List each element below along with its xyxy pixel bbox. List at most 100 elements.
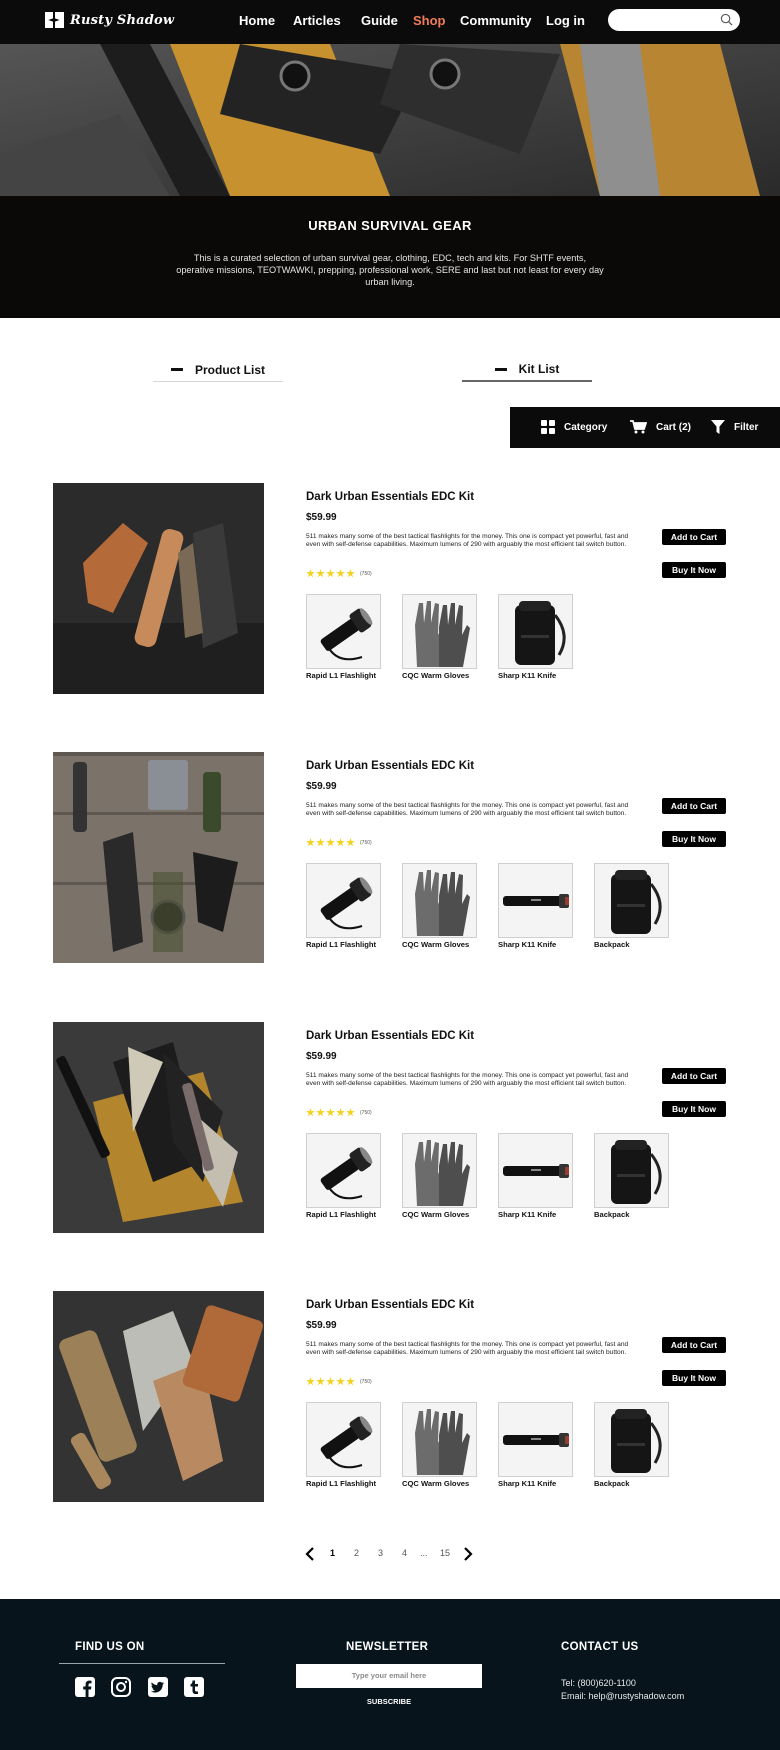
pagination: 1 2 3 4 ... 15: [305, 1545, 475, 1563]
nav-link-home[interactable]: Home: [239, 13, 275, 28]
flashlight-thumbnail: [306, 863, 381, 938]
page-number[interactable]: 4: [402, 1548, 407, 1558]
page-number[interactable]: 2: [354, 1548, 359, 1558]
review-count: (750): [360, 570, 372, 577]
grid-icon: [541, 420, 555, 434]
nav-link-login[interactable]: Log in: [546, 13, 596, 28]
kit-item-label: Sharp K11 Knife: [498, 671, 557, 680]
contact-email[interactable]: Email: help@rustyshadow.com: [561, 1691, 684, 1701]
star-icon: [306, 569, 315, 578]
nav-link-guide[interactable]: Guide: [361, 13, 398, 28]
cart-icon: [630, 420, 647, 434]
star-icon: [306, 1108, 315, 1117]
add-to-cart-button[interactable]: Add to Cart: [662, 1068, 726, 1084]
page-number[interactable]: 3: [378, 1548, 383, 1558]
kit-item-gloves[interactable]: CQC Warm Gloves: [402, 1133, 477, 1219]
category-button[interactable]: Category: [541, 420, 607, 434]
filter-button[interactable]: Filter: [711, 420, 758, 434]
kit-price: $59.99: [306, 1051, 337, 1062]
kit-item-flashlight[interactable]: Rapid L1 Flashlight: [306, 1133, 381, 1219]
buy-now-button[interactable]: Buy It Now: [662, 562, 726, 578]
contact-title: CONTACT US: [561, 1641, 639, 1653]
tab-product-list[interactable]: Product List: [153, 358, 283, 382]
star-icon: [336, 838, 345, 847]
kit-description: 511 makes many some of the best tactical…: [306, 1341, 629, 1357]
kit-photo[interactable]: [53, 483, 264, 694]
kit-item-label: Backpack: [594, 1210, 630, 1219]
kit-item-knife[interactable]: Sharp K11 Knife: [498, 594, 573, 680]
nav-link-articles[interactable]: Articles: [293, 13, 341, 28]
twitter-icon[interactable]: [148, 1677, 168, 1697]
facebook-icon[interactable]: [75, 1677, 95, 1697]
add-to-cart-button[interactable]: Add to Cart: [662, 1337, 726, 1353]
tab-kit-list[interactable]: Kit List: [462, 358, 592, 382]
kit-title[interactable]: Dark Urban Essentials EDC Kit: [306, 1030, 474, 1042]
gloves-thumbnail: [402, 863, 477, 938]
kit-item-flashlight[interactable]: Rapid L1 Flashlight: [306, 594, 381, 680]
kit-item-backpack[interactable]: Backpack: [594, 1402, 669, 1488]
subscribe-button[interactable]: SUBSCRIBE: [296, 1697, 482, 1706]
kit-item-backpack[interactable]: Backpack: [594, 863, 669, 949]
kit-photo-image: [53, 1022, 264, 1233]
tumblr-icon[interactable]: [184, 1677, 204, 1697]
chevron-right-icon[interactable]: [463, 1547, 473, 1561]
page-number[interactable]: 15: [440, 1548, 450, 1558]
kit-item-knife[interactable]: Sharp K11 Knife: [498, 1402, 573, 1488]
kit-item-label: Backpack: [594, 1479, 630, 1488]
kit-item-knife[interactable]: Sharp K11 Knife: [498, 1133, 573, 1219]
kit-item-knife[interactable]: Sharp K11 Knife: [498, 863, 573, 949]
backpack-thumbnail: [594, 1133, 669, 1208]
page-number[interactable]: 1: [330, 1548, 335, 1558]
buy-now-button[interactable]: Buy It Now: [662, 831, 726, 847]
kit-item-label: CQC Warm Gloves: [402, 1479, 470, 1488]
add-to-cart-button[interactable]: Add to Cart: [662, 798, 726, 814]
flashlight-thumbnail: [306, 594, 381, 669]
minus-icon: [170, 368, 183, 371]
flashlight-thumbnail: [306, 1402, 381, 1477]
search-input[interactable]: [608, 9, 740, 31]
nav-link-shop[interactable]: Shop: [413, 13, 446, 28]
star-icon: [306, 838, 315, 847]
instagram-icon[interactable]: [111, 1677, 131, 1697]
funnel-icon: [711, 420, 725, 434]
kit-item-flashlight[interactable]: Rapid L1 Flashlight: [306, 1402, 381, 1488]
star-rating: (750): [306, 838, 372, 847]
kit-title[interactable]: Dark Urban Essentials EDC Kit: [306, 1299, 474, 1311]
kit-item-label: CQC Warm Gloves: [402, 940, 470, 949]
kit-title[interactable]: Dark Urban Essentials EDC Kit: [306, 760, 474, 772]
kit-item-label: Rapid L1 Flashlight: [306, 1210, 377, 1219]
add-to-cart-button[interactable]: Add to Cart: [662, 529, 726, 545]
cart-button[interactable]: Cart (2): [630, 420, 691, 434]
newsletter-email-field[interactable]: Type your email here: [296, 1664, 482, 1688]
gloves-thumbnail: [402, 1133, 477, 1208]
knife-thumbnail: [498, 863, 573, 938]
brand-logo[interactable]: Rusty Shadow: [45, 12, 174, 28]
chevron-left-icon[interactable]: [305, 1547, 315, 1561]
kit-item-label: CQC Warm Gloves: [402, 671, 470, 680]
kit-item-gloves[interactable]: CQC Warm Gloves: [402, 594, 477, 680]
kit-title[interactable]: Dark Urban Essentials EDC Kit: [306, 491, 474, 503]
buy-now-button[interactable]: Buy It Now: [662, 1370, 726, 1386]
brand-name: Rusty Shadow: [70, 12, 175, 28]
buy-now-button[interactable]: Buy It Now: [662, 1101, 726, 1117]
star-icon: [316, 569, 325, 578]
kit-item-backpack[interactable]: Backpack: [594, 1133, 669, 1219]
kit-photo[interactable]: [53, 1291, 264, 1502]
search-icon[interactable]: [720, 13, 733, 26]
review-count: (750): [360, 1378, 372, 1385]
star-icon: [336, 1377, 345, 1386]
star-icon: [336, 1108, 345, 1117]
star-rating: (750): [306, 1108, 372, 1117]
star-icon: [346, 838, 355, 847]
kit-photo[interactable]: [53, 752, 264, 963]
kit-photo-image: [53, 752, 264, 963]
kit-card: Dark Urban Essentials EDC Kit $59.99 511…: [0, 1291, 780, 1521]
kit-item-gloves[interactable]: CQC Warm Gloves: [402, 863, 477, 949]
kit-item-gloves[interactable]: CQC Warm Gloves: [402, 1402, 477, 1488]
kit-card: Dark Urban Essentials EDC Kit $59.99 511…: [0, 752, 780, 982]
nav-link-community[interactable]: Community: [460, 13, 540, 28]
kit-price: $59.99: [306, 781, 337, 792]
minus-icon: [494, 367, 507, 371]
kit-photo[interactable]: [53, 1022, 264, 1233]
kit-item-flashlight[interactable]: Rapid L1 Flashlight: [306, 863, 381, 949]
